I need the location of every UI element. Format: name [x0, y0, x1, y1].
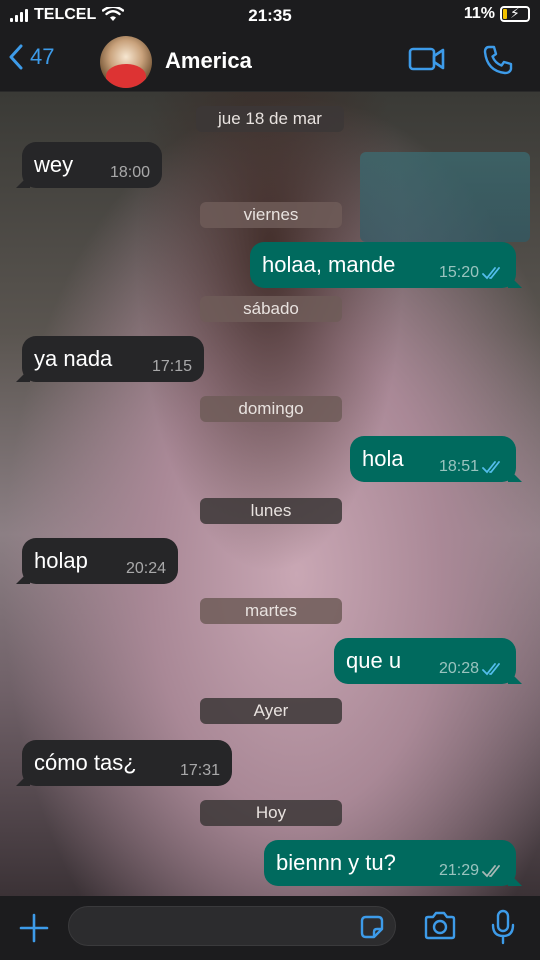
message-meta: 17:31 — [180, 762, 220, 780]
contact-avatar[interactable] — [100, 36, 152, 88]
message-time: 20:24 — [125, 560, 166, 577]
message-time: 18:51 — [438, 458, 479, 475]
message-time: 20:28 — [438, 660, 479, 677]
message-text: que u — [346, 648, 402, 673]
unread-count: 47 — [30, 44, 55, 69]
message-meta: 18:00 — [110, 164, 150, 182]
message-time: 17:31 — [179, 762, 220, 779]
chat-area[interactable]: jue 18 de mar wey 18:00 viernes holaa, m… — [0, 92, 540, 896]
message-text: holaa, mande — [262, 252, 396, 277]
message-text: ya nada — [34, 346, 113, 371]
outgoing-message[interactable]: holaa, mande 15:20 — [250, 242, 516, 288]
battery-percent: 11% — [463, 5, 495, 22]
message-time: 21:29 — [438, 862, 479, 879]
day-separator: jue 18 de mar — [196, 106, 344, 132]
incoming-message[interactable]: cómo tas¿ 17:31 — [22, 740, 232, 786]
day-separator: martes — [200, 598, 342, 624]
double-check-icon — [482, 267, 500, 280]
message-meta: 20:24 — [126, 560, 166, 578]
day-separator: sábado — [200, 296, 342, 322]
back-chevron-icon — [9, 44, 23, 70]
back-button[interactable]: 47 — [8, 44, 54, 70]
message-time: 15:20 — [438, 264, 479, 281]
message-meta: 18:51 — [439, 458, 504, 476]
contact-name[interactable]: America — [165, 48, 252, 74]
chat-header: 47 America — [0, 30, 540, 92]
status-bar: TELCEL 21:35 11% ⚡ — [0, 0, 540, 30]
incoming-message[interactable]: wey 18:00 — [22, 142, 162, 188]
message-time: 18:00 — [109, 164, 150, 181]
message-text: wey — [34, 152, 74, 177]
sticker-icon[interactable] — [358, 913, 386, 941]
input-bar — [0, 896, 540, 960]
microphone-icon[interactable] — [490, 909, 516, 945]
message-text: cómo tas¿ — [34, 750, 137, 775]
day-separator: viernes — [200, 202, 342, 228]
message-text: hola — [362, 446, 404, 471]
plus-icon[interactable] — [18, 912, 50, 944]
message-input[interactable] — [68, 906, 396, 946]
day-separator: Hoy — [200, 800, 342, 826]
battery-icon: ⚡ — [500, 5, 530, 22]
message-meta: 20:28 — [439, 660, 504, 678]
day-separator: lunes — [200, 498, 342, 524]
message-text: biennn y tu? — [276, 850, 396, 875]
outgoing-message[interactable]: hola 18:51 — [350, 436, 516, 482]
camera-icon[interactable] — [422, 910, 458, 942]
message-meta: 15:20 — [439, 264, 504, 282]
double-check-icon — [482, 461, 500, 474]
message-meta: 17:15 — [152, 358, 192, 376]
phone-call-icon[interactable] — [482, 44, 514, 76]
day-separator: Ayer — [200, 698, 342, 724]
incoming-message[interactable]: holap 20:24 — [22, 538, 178, 584]
message-text: holap — [34, 548, 88, 573]
video-call-icon[interactable] — [408, 44, 446, 74]
double-check-icon — [482, 663, 500, 676]
message-meta: 21:29 — [439, 862, 504, 880]
message-time: 17:15 — [151, 358, 192, 375]
day-separator: domingo — [200, 396, 342, 422]
double-check-icon — [482, 865, 500, 878]
outgoing-message[interactable]: que u 20:28 — [334, 638, 516, 684]
incoming-message[interactable]: ya nada 17:15 — [22, 336, 204, 382]
outgoing-message[interactable]: biennn y tu? 21:29 — [264, 840, 516, 886]
status-right: 11% ⚡ — [464, 5, 530, 23]
status-time: 21:35 — [248, 6, 292, 25]
